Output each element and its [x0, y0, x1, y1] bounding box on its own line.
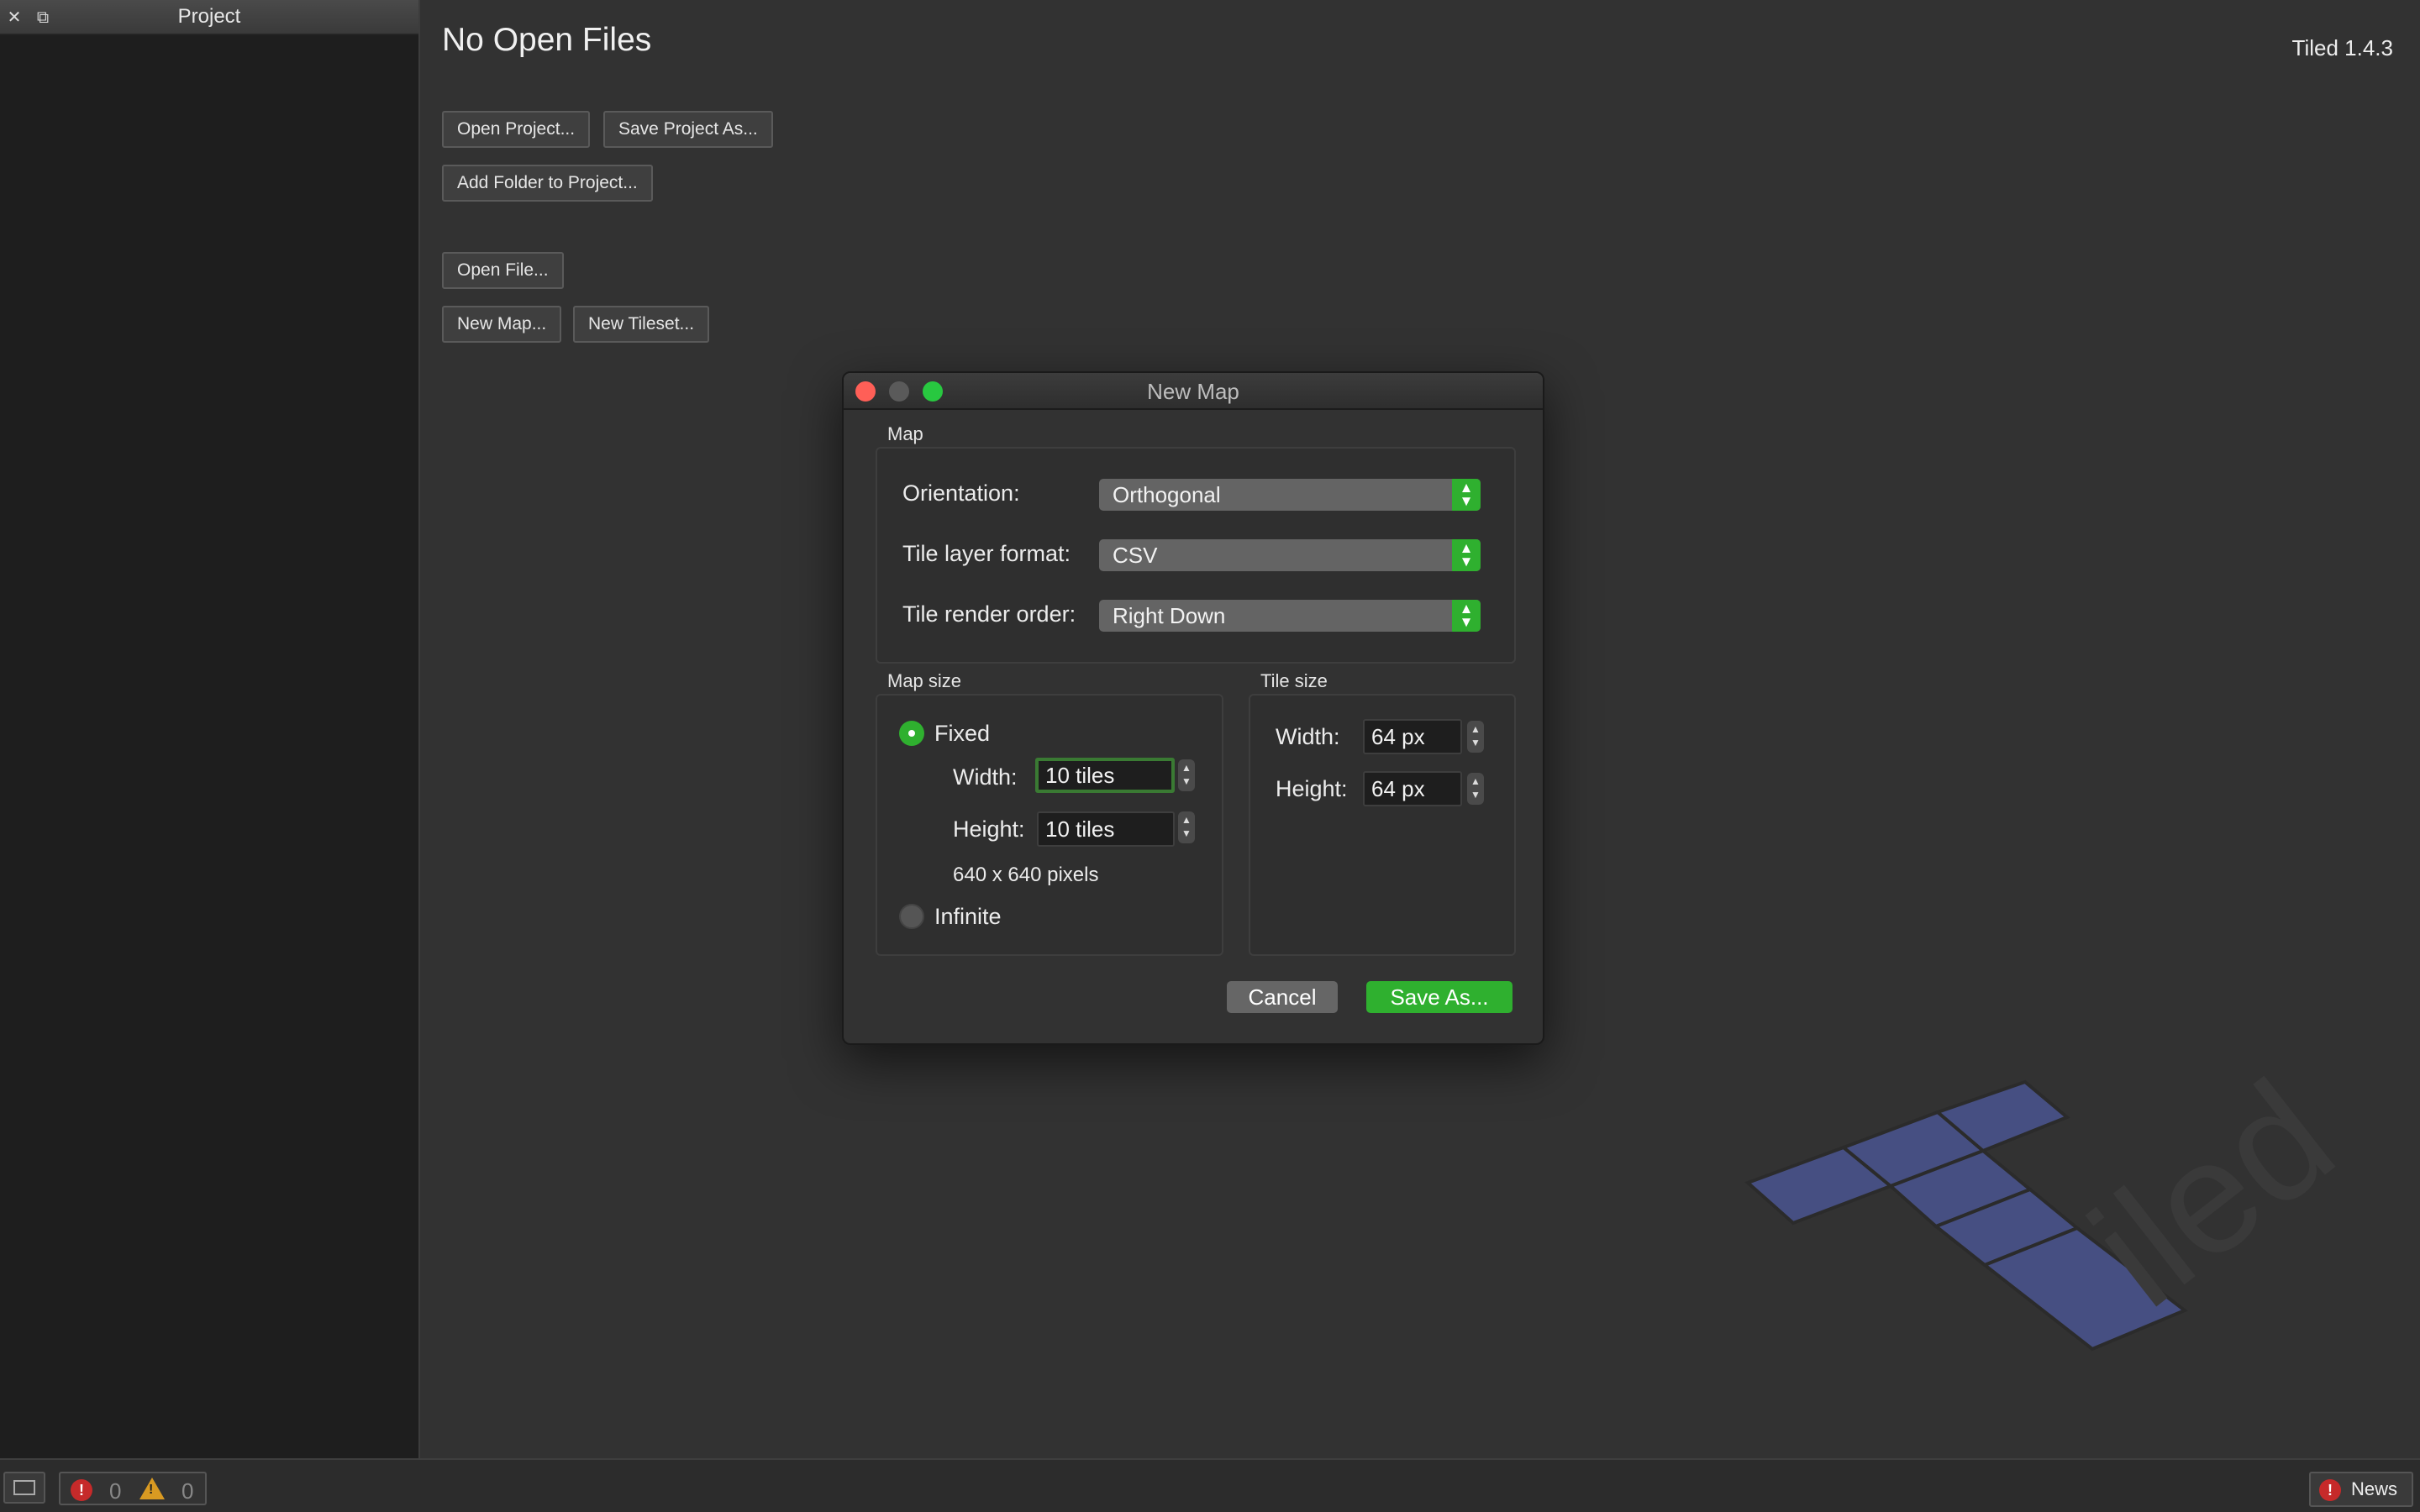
minimize-window-icon[interactable]: [889, 381, 909, 402]
tile-width-label: Width:: [1276, 724, 1340, 749]
tile-render-order-label: Tile render order:: [902, 601, 1076, 627]
save-as-button[interactable]: Save As...: [1366, 981, 1512, 1013]
tile-render-order-value: Right Down: [1113, 603, 1226, 628]
close-panel-icon[interactable]: ✕: [5, 8, 24, 27]
tile-height-input[interactable]: 64 px: [1363, 771, 1462, 806]
tile-height-stepper[interactable]: ▲ ▼: [1467, 773, 1484, 805]
tile-width-stepper[interactable]: ▲ ▼: [1467, 721, 1484, 753]
tile-height-label: Height:: [1276, 776, 1348, 801]
open-file-button[interactable]: Open File...: [442, 252, 564, 289]
map-width-stepper[interactable]: ▲ ▼: [1178, 759, 1195, 791]
news-button[interactable]: ! News: [2309, 1472, 2413, 1507]
close-window-icon[interactable]: [855, 381, 876, 402]
orientation-value: Orthogonal: [1113, 482, 1221, 507]
warning-icon: !: [139, 1478, 165, 1499]
save-project-as-button[interactable]: Save Project As...: [603, 111, 773, 148]
new-map-button[interactable]: New Map...: [442, 306, 562, 343]
tiled-logo: iled: [1744, 1067, 2365, 1352]
project-panel-header: ✕ ⧉ Project: [0, 0, 418, 35]
map-height-input[interactable]: 10 tiles: [1037, 811, 1175, 847]
error-count: 0: [109, 1478, 122, 1504]
up-down-chevron-icon: ▲ ▼: [1452, 539, 1481, 571]
project-panel-title: Project: [177, 5, 241, 28]
map-pixel-size-text: 640 x 640 pixels: [953, 864, 1099, 886]
up-down-chevron-icon: ▲ ▼: [1452, 600, 1481, 632]
tile-layer-format-value: CSV: [1113, 543, 1158, 568]
add-folder-to-project-button[interactable]: Add Folder to Project...: [442, 165, 653, 202]
console-icon: [13, 1480, 35, 1495]
dialog-title: New Map: [1147, 379, 1239, 404]
version-label: Tiled 1.4.3: [2291, 35, 2393, 60]
news-alert-icon: !: [2319, 1479, 2341, 1501]
page-title: No Open Files: [442, 22, 652, 58]
error-icon: !: [71, 1479, 92, 1501]
float-panel-icon[interactable]: ⧉: [34, 8, 52, 27]
orientation-label: Orientation:: [902, 480, 1020, 506]
open-project-button[interactable]: Open Project...: [442, 111, 591, 148]
infinite-radio-label: Infinite: [934, 904, 1002, 929]
map-height-stepper[interactable]: ▲ ▼: [1178, 811, 1195, 843]
dialog-titlebar: New Map: [844, 373, 1543, 410]
console-toggle-button[interactable]: [3, 1472, 45, 1504]
orientation-select[interactable]: Orthogonal ▲ ▼: [1099, 479, 1481, 511]
tile-render-order-select[interactable]: Right Down ▲ ▼: [1099, 600, 1481, 632]
project-panel: ✕ ⧉ Project: [0, 0, 420, 1458]
map-height-label: Height:: [953, 816, 1025, 842]
status-bar: ! 0 ! 0 ! News: [0, 1458, 2420, 1512]
fixed-radio[interactable]: [899, 721, 924, 746]
infinite-radio[interactable]: [899, 904, 924, 929]
map-group-title: Map: [887, 423, 923, 444]
map-width-label: Width:: [953, 764, 1018, 790]
fixed-radio-label: Fixed: [934, 721, 991, 746]
warning-count: 0: [182, 1478, 194, 1504]
issues-button[interactable]: ! 0 ! 0: [59, 1472, 207, 1505]
new-map-dialog: New Map Map Orientation: Orthogonal ▲ ▼ T…: [842, 371, 1544, 1045]
tile-width-input[interactable]: 64 px: [1363, 719, 1462, 754]
new-tileset-button[interactable]: New Tileset...: [573, 306, 710, 343]
tile-layer-format-select[interactable]: CSV ▲ ▼: [1099, 539, 1481, 571]
news-label: News: [2351, 1478, 2398, 1499]
maximize-window-icon[interactable]: [923, 381, 943, 402]
map-width-input[interactable]: 10 tiles: [1035, 758, 1175, 793]
cancel-button[interactable]: Cancel: [1227, 981, 1338, 1013]
project-tree[interactable]: [0, 37, 418, 1458]
tile-size-group-title: Tile size: [1260, 670, 1328, 691]
map-size-group-title: Map size: [887, 670, 962, 691]
up-down-chevron-icon: ▲ ▼: [1452, 479, 1481, 511]
tile-layer-format-label: Tile layer format:: [902, 541, 1071, 566]
